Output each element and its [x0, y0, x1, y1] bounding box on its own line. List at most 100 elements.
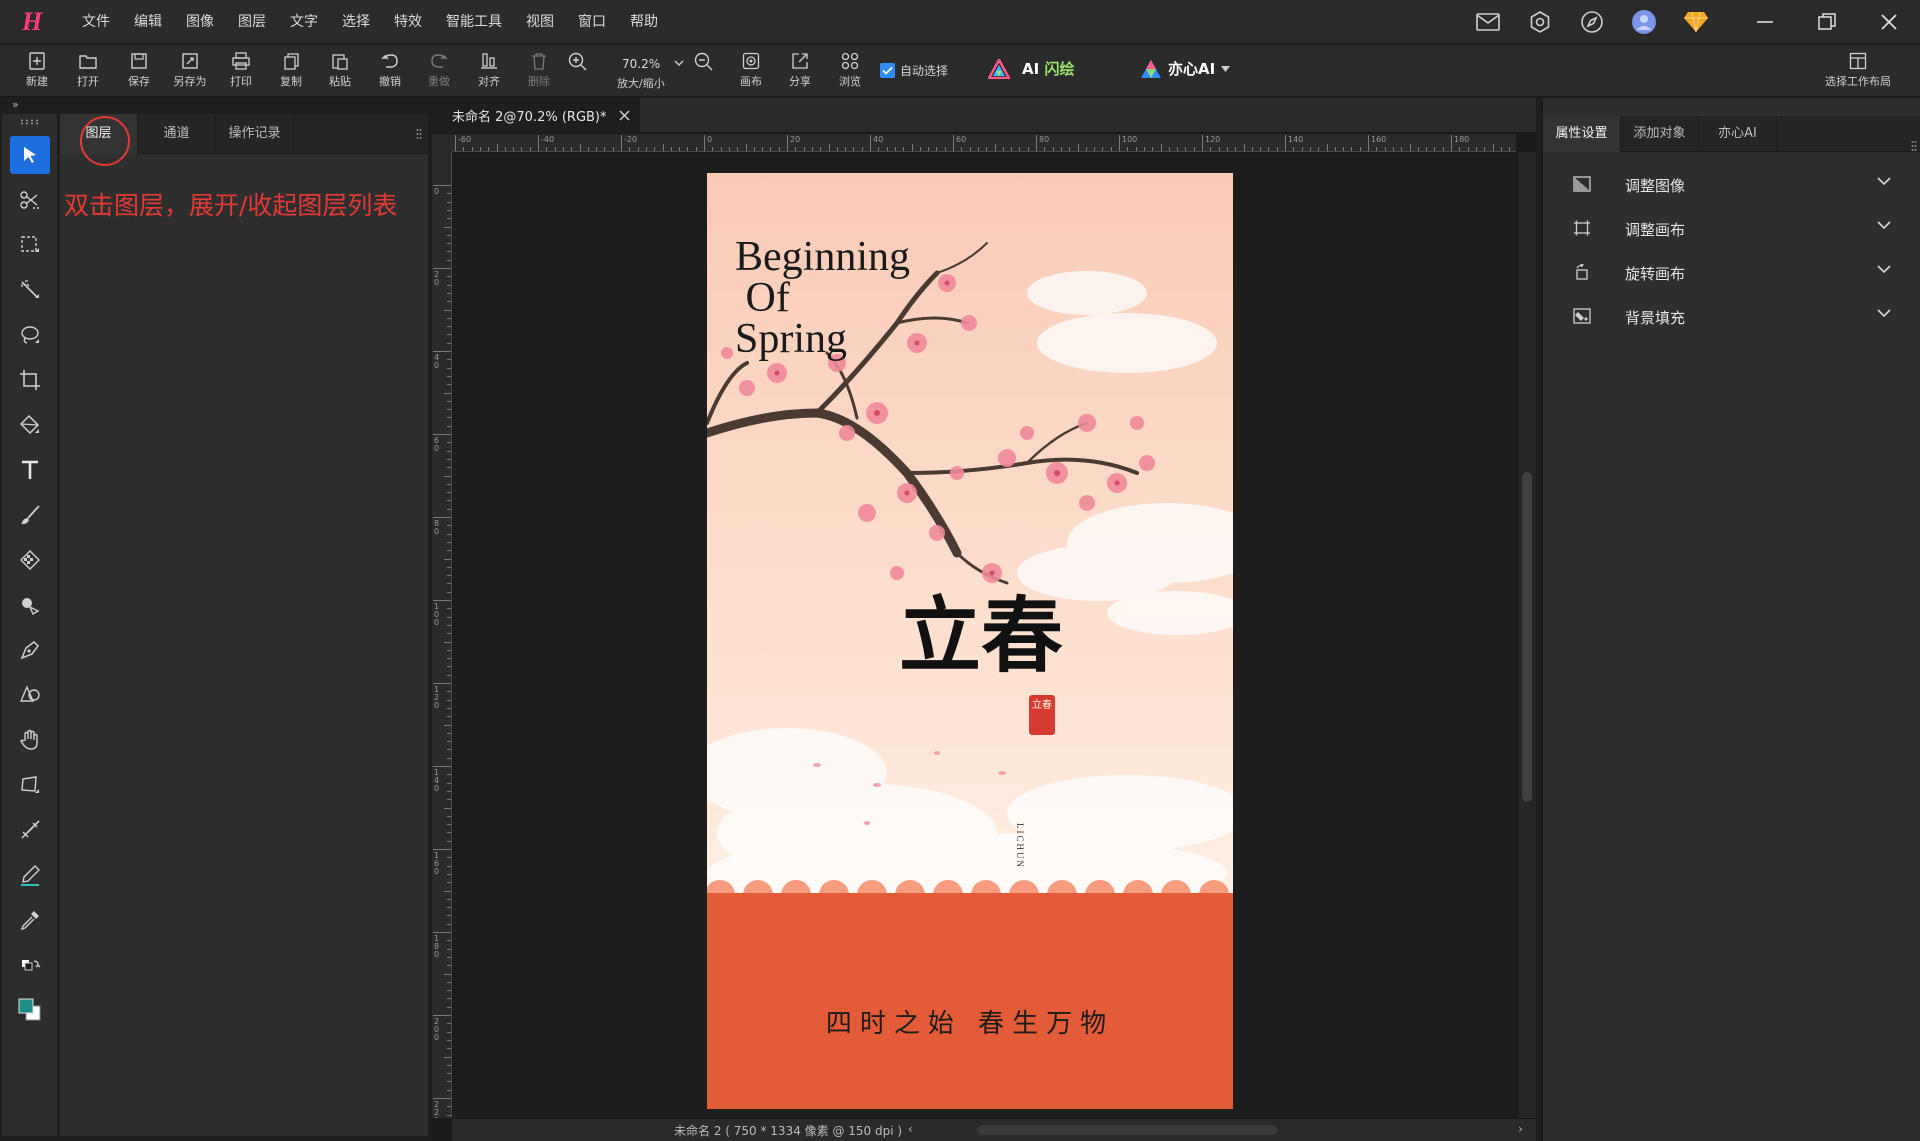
minimize-icon[interactable]	[1734, 0, 1796, 44]
new-button[interactable]: 新建	[14, 49, 60, 95]
ruler-tick	[853, 147, 855, 151]
panel-grip-icon[interactable]	[416, 128, 422, 142]
lasso-tool[interactable]	[10, 316, 50, 354]
tab-add-object[interactable]: 添加对象	[1621, 116, 1699, 152]
chevron-down-icon[interactable]	[674, 59, 684, 67]
ruler-tick	[695, 147, 697, 151]
ai-draw-button[interactable]: AI 闪绘	[988, 58, 1074, 79]
document-tab[interactable]: 未命名 2@70.2% (RGB)*	[432, 98, 640, 133]
auto-select-toggle[interactable]: 自动选择	[880, 62, 948, 79]
zoom-out-button[interactable]	[692, 49, 716, 95]
menu-text[interactable]: 文字	[278, 0, 330, 44]
menu-smart-tools[interactable]: 智能工具	[434, 0, 514, 44]
vip-diamond-icon[interactable]	[1670, 0, 1722, 44]
swap-colors-tool[interactable]	[10, 946, 50, 984]
adjust-image-row[interactable]: 调整图像	[1543, 164, 1920, 204]
menu-view[interactable]: 视图	[514, 0, 566, 44]
ruler-tick	[447, 865, 451, 867]
move-select-tool[interactable]	[10, 136, 50, 174]
tab-properties[interactable]: 属性设置	[1543, 116, 1621, 152]
rotate-canvas-row[interactable]: 旋转画布	[1543, 252, 1920, 292]
brush-tool[interactable]	[10, 496, 50, 534]
magic-wand-tool[interactable]	[10, 271, 50, 309]
zoom-value[interactable]: 70.2%	[622, 57, 660, 71]
gradient-pen-tool[interactable]	[10, 856, 50, 894]
ruler-tick	[1160, 144, 1162, 151]
ruler-tick	[433, 351, 451, 352]
align-button[interactable]: 对齐	[466, 49, 512, 95]
open-button[interactable]: 打开	[65, 49, 111, 95]
chevron-down-icon[interactable]	[1877, 309, 1891, 318]
eyedropper-tool[interactable]	[10, 901, 50, 939]
expand-panel-icon[interactable]: »	[12, 98, 19, 111]
save-button[interactable]: 保存	[116, 49, 162, 95]
ruler-label: 0	[434, 187, 440, 196]
mail-icon[interactable]	[1462, 0, 1514, 44]
chevron-down-icon[interactable]	[1877, 221, 1891, 230]
background-fill-row[interactable]: 背景填充	[1543, 296, 1920, 336]
avatar[interactable]	[1618, 0, 1670, 44]
redo-button[interactable]: 重做	[416, 49, 462, 95]
panel-grip-icon[interactable]	[1911, 140, 1917, 154]
close-icon[interactable]	[1858, 0, 1920, 44]
copy-button[interactable]: 复制	[268, 49, 314, 95]
share-button[interactable]: 分享	[777, 49, 823, 95]
ruler-label: 180	[434, 934, 440, 959]
undo-button[interactable]: 撤销	[367, 49, 413, 95]
scroll-left-icon[interactable]: ‹	[908, 1122, 913, 1136]
browse-button[interactable]: 浏览	[827, 49, 873, 95]
text-tool[interactable]	[10, 451, 50, 489]
canvas-button[interactable]: 画布	[728, 49, 774, 95]
menu-edit[interactable]: 编辑	[122, 0, 174, 44]
zoom-in-button[interactable]	[566, 49, 590, 95]
rect-select-tool[interactable]	[10, 226, 50, 264]
ruler-tick	[447, 334, 451, 336]
shape-tool[interactable]	[10, 676, 50, 714]
mosaic-tool[interactable]	[10, 541, 50, 579]
paste-button[interactable]: 粘贴	[317, 49, 363, 95]
menu-image[interactable]: 图像	[174, 0, 226, 44]
workspace-layout-button[interactable]: 选择工作布局	[1818, 52, 1898, 96]
clone-tool[interactable]	[10, 586, 50, 624]
zoom-control[interactable]: 70.2% 放大/缩小	[612, 55, 684, 91]
crop-tool[interactable]	[10, 361, 50, 399]
chevron-down-icon[interactable]	[1877, 177, 1891, 186]
vertical-scroll-thumb[interactable]	[1522, 472, 1532, 802]
tab-history[interactable]: 操作记录	[216, 114, 294, 154]
menu-effects[interactable]: 特效	[382, 0, 434, 44]
print-button[interactable]: 打印	[218, 49, 264, 95]
scroll-right-icon[interactable]: ›	[1518, 1122, 1523, 1136]
menu-layer[interactable]: 图层	[226, 0, 278, 44]
restore-icon[interactable]	[1796, 0, 1858, 44]
canvas-artwork[interactable]: Beginning Of Spring 立春 立春 LICHUN 四时之始 春生…	[707, 173, 1233, 1109]
compass-icon[interactable]	[1566, 0, 1618, 44]
menu-file[interactable]: 文件	[70, 0, 122, 44]
ruler-tick	[1094, 147, 1096, 151]
yixin-ai-button[interactable]: 亦心AI	[1140, 58, 1231, 79]
ruler-tick	[433, 849, 451, 850]
transform-tool[interactable]	[10, 766, 50, 804]
tab-yixin-ai[interactable]: 亦心AI	[1699, 116, 1777, 152]
hand-tool[interactable]	[10, 721, 50, 759]
adjust-canvas-row[interactable]: 调整画布	[1543, 208, 1920, 248]
grip-icon[interactable]	[20, 119, 42, 125]
pen-tool[interactable]	[10, 631, 50, 669]
vertical-scrollbar[interactable]	[1518, 152, 1536, 1118]
chevron-down-icon[interactable]	[1221, 65, 1231, 72]
ruler-tick	[447, 1073, 451, 1075]
close-icon[interactable]	[618, 110, 630, 121]
chevron-down-icon[interactable]	[1877, 265, 1891, 274]
menu-help[interactable]: 帮助	[618, 0, 670, 44]
magic-cut-tool[interactable]	[10, 181, 50, 219]
menu-window[interactable]: 窗口	[566, 0, 618, 44]
tab-channels[interactable]: 通道	[138, 114, 216, 154]
menu-select[interactable]: 选择	[330, 0, 382, 44]
healing-tool[interactable]	[10, 811, 50, 849]
auto-select-checkbox[interactable]	[880, 63, 895, 78]
save-as-button[interactable]: 另存为	[167, 49, 213, 95]
fill-tool[interactable]	[10, 406, 50, 444]
color-swatch-tool[interactable]	[10, 991, 50, 1029]
delete-button[interactable]: 删除	[516, 49, 562, 95]
settings-icon[interactable]	[1514, 0, 1566, 44]
horizontal-scroll-thumb[interactable]	[977, 1125, 1277, 1135]
